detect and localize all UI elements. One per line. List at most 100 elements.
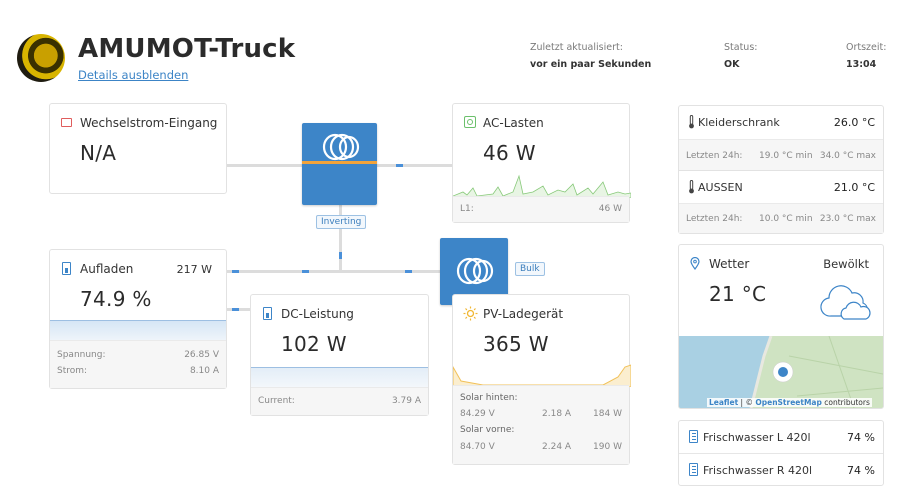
thermometer-icon — [689, 180, 694, 194]
leaflet-link[interactable]: Leaflet — [709, 398, 738, 407]
inverter-block[interactable] — [302, 123, 377, 205]
temp2-max: 23.0 °C max — [819, 214, 876, 224]
ac-loads-foot-label: L1: — [460, 204, 474, 214]
temp1-value: 26.0 °C — [833, 116, 875, 129]
weather-card[interactable]: Wetter Bewölkt 21 °C Leaflet | © OpenStr… — [678, 244, 884, 409]
dc-power-title: DC-Leistung — [281, 307, 354, 321]
pv-group1-name: Solar hinten: — [460, 393, 518, 403]
pv-group1-voltage: 84.29 V — [460, 409, 495, 419]
dc-current-label: Current: — [258, 396, 295, 406]
tank2-level: 74 % — [847, 464, 875, 477]
flow-dot — [396, 164, 403, 167]
connector-line — [227, 270, 453, 273]
tank-icon — [689, 430, 698, 443]
victron-logo-icon — [456, 257, 494, 285]
dc-power-graph — [251, 367, 428, 387]
tank-icon — [689, 463, 698, 476]
temp-row-aussen: AUSSEN 21.0 °C — [679, 171, 883, 203]
weather-title: Wetter — [709, 257, 750, 271]
dc-power-footer: Current: 3.79 A — [251, 387, 428, 415]
ac-loads-card[interactable]: AC-Lasten 46 W L1: 46 W — [452, 103, 631, 223]
temp1-history: Letzten 24h: 19.0 °C min 34.0 °C max — [679, 139, 883, 171]
ac-input-icon — [61, 118, 72, 127]
flow-dot — [405, 270, 412, 273]
battery-current-value: 8.10 A — [189, 366, 219, 376]
inverter-mode-tag: Inverting — [316, 215, 367, 229]
flow-dot — [232, 270, 239, 273]
location-pin-icon — [690, 257, 700, 270]
pv-group2-voltage: 84.70 V — [460, 442, 495, 452]
map-attr-separator: | © — [738, 398, 756, 407]
tank-row-left: Frischwasser L 420l 74 % — [679, 421, 883, 454]
pv-graph — [453, 364, 631, 387]
flow-dot — [302, 270, 309, 273]
temperature-card[interactable]: Kleiderschrank 26.0 °C Letzten 24h: 19.0… — [678, 105, 884, 234]
pv-title: PV-Ladegerät — [483, 307, 564, 321]
status-label: Status: — [724, 42, 758, 53]
osm-link[interactable]: OpenStreetMap — [755, 398, 822, 407]
battery-soc: 74.9 % — [80, 287, 152, 311]
temp2-24h-label: Letzten 24h: — [686, 214, 743, 224]
ac-input-title: Wechselstrom-Eingang — [80, 116, 218, 130]
details-toggle-link[interactable]: Details ausblenden — [78, 68, 188, 82]
charger-mode-tag: Bulk — [515, 262, 545, 276]
updated-value: vor ein paar Sekunden — [530, 59, 652, 70]
ac-loads-footer: L1: 46 W — [453, 196, 629, 222]
status-value: OK — [724, 59, 740, 70]
weather-temp: 21 °C — [709, 282, 767, 306]
temp1-max: 34.0 °C max — [819, 151, 876, 161]
pv-group1-power: 184 W — [593, 409, 622, 419]
temp2-name: AUSSEN — [698, 181, 743, 194]
battery-current-label: Strom: — [57, 366, 88, 376]
page-title: AMUMOT-Truck — [78, 34, 296, 64]
temp2-min: 10.0 °C min — [759, 214, 813, 224]
temp1-24h-label: Letzten 24h: — [686, 151, 743, 161]
temp-row-kleiderschrank: Kleiderschrank 26.0 °C — [679, 106, 883, 139]
tank1-level: 74 % — [847, 431, 875, 444]
dc-power-card[interactable]: DC-Leistung 102 W Current: 3.79 A — [250, 294, 429, 416]
ac-loads-value: 46 W — [483, 141, 536, 165]
flow-dot — [232, 308, 239, 311]
battery-voltage-label: Spannung: — [57, 350, 106, 360]
flow-dot — [339, 252, 342, 259]
pv-group2-power: 190 W — [593, 442, 622, 452]
ac-input-value: N/A — [80, 141, 117, 165]
weather-map[interactable]: Leaflet | © OpenStreetMap contributors — [679, 336, 883, 408]
victron-logo-icon — [322, 133, 360, 161]
tanks-card[interactable]: Frischwasser L 420l 74 % Frischwasser R … — [678, 420, 884, 486]
battery-power: 217 W — [176, 263, 212, 276]
temp1-min: 19.0 °C min — [759, 151, 813, 161]
map-attribution: Leaflet | © OpenStreetMap contributors — [707, 398, 872, 407]
time-value: 13:04 — [846, 59, 877, 70]
pv-footer: Solar hinten: 84.29 V 2.18 A 184 W Solar… — [453, 385, 629, 464]
ac-loads-title: AC-Lasten — [483, 116, 544, 130]
inverter-stripe — [302, 161, 377, 164]
ac-loads-foot-value: 46 W — [598, 204, 622, 214]
dc-current-value: 3.79 A — [391, 396, 421, 406]
battery-icon — [62, 262, 71, 275]
ac-input-card[interactable]: Wechselstrom-Eingang N/A — [49, 103, 227, 194]
battery-footer: Spannung: 26.85 V Strom: 8.10 A — [50, 340, 226, 388]
updated-label: Zuletzt aktualisiert: — [530, 42, 623, 53]
connector-line — [227, 308, 251, 311]
battery-soc-graph — [50, 320, 226, 340]
dc-power-icon — [263, 307, 272, 320]
pv-group2-name: Solar vorne: — [460, 425, 515, 435]
ac-loads-icon — [464, 116, 476, 128]
tank-row-right: Frischwasser R 420l 74 % — [679, 454, 883, 486]
avatar — [17, 34, 65, 82]
thermometer-icon — [689, 115, 694, 129]
map-attr-contributors: contributors — [821, 398, 870, 407]
pv-charger-card[interactable]: PV-Ladegerät 365 W Solar hinten: 84.29 V… — [452, 294, 631, 465]
battery-voltage-value: 26.85 V — [184, 350, 219, 360]
tank1-name: Frischwasser L 420l — [703, 431, 811, 444]
cloud-icon — [820, 285, 871, 320]
weather-condition: Bewölkt — [823, 257, 869, 271]
temp2-history: Letzten 24h: 10.0 °C min 23.0 °C max — [679, 203, 883, 233]
temp1-name: Kleiderschrank — [698, 116, 780, 129]
battery-card[interactable]: Aufladen 217 W 74.9 % Spannung: 26.85 V … — [49, 249, 227, 389]
ac-loads-graph — [453, 174, 631, 198]
battery-title: Aufladen — [80, 262, 134, 276]
pv-value: 365 W — [483, 332, 549, 356]
temp2-value: 21.0 °C — [833, 181, 875, 194]
